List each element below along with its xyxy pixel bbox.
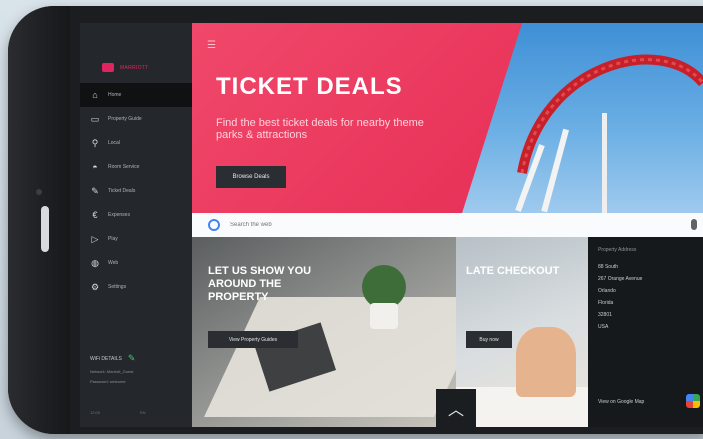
sidebar-item-label: Local (108, 140, 120, 146)
screen: MARRIOTT ⌂ Home ▭ Property Guide ⚲ Local… (80, 23, 703, 427)
sidebar-item-room-service[interactable]: ◓ Room Service (80, 155, 192, 179)
property-guide-icon: ▭ (90, 114, 100, 124)
view-property-guides-button[interactable]: View Property Guides (208, 331, 298, 348)
list-item: Florida (598, 300, 614, 306)
clock-text: 12:00 (90, 410, 101, 415)
sidebar-item-label: Expenses (108, 212, 130, 218)
search-bar (192, 213, 703, 237)
sidebar-item-expenses[interactable]: € Expenses (80, 203, 192, 227)
property-guide-card[interactable]: LET US SHOW YOU AROUND THE PROPERTY View… (192, 237, 456, 427)
list-item: Orlando (598, 288, 616, 294)
sidebar-item-label: Web (108, 260, 119, 266)
hero-banner: ☰ TICKET DEALS Find the best ticket deal… (192, 23, 703, 213)
room-service-icon: ◓ (92, 162, 98, 172)
wifi-icon: ✎ (127, 353, 136, 363)
hardware-home-button[interactable] (41, 206, 49, 252)
sidebar-nav: ⌂ Home ▭ Property Guide ⚲ Local ◓ Room S… (80, 83, 192, 299)
web-icon: ◍ (91, 258, 99, 268)
pot-image (370, 303, 398, 329)
sidebar-item-ticket-deals[interactable]: ✎ Ticket Deals (80, 179, 192, 203)
sidebar-item-property-guide[interactable]: ▭ Property Guide (80, 107, 192, 131)
sidebar-item-label: Ticket Deals (108, 188, 136, 194)
late-checkout-title: LATE CHECKOUT (466, 265, 560, 277)
google-map-link[interactable]: View on Google Map (598, 399, 644, 405)
microphone-icon[interactable] (691, 219, 697, 230)
sidebar-footer: 12:00 EN (90, 410, 146, 415)
brand-name: MARRIOTT (120, 64, 149, 71)
browse-deals-button[interactable]: Browse Deals (216, 166, 286, 188)
wifi-label: WiFi DETAILS (90, 355, 122, 362)
tablet-bezel (8, 6, 70, 434)
chevron-up-icon[interactable]: ︿ (436, 389, 476, 427)
ticket-deals-icon: ✎ (91, 186, 99, 196)
list-item: 267 Orange Avenue (598, 276, 643, 282)
camera-dot (36, 189, 42, 195)
menu-icon[interactable]: ☰ (207, 40, 216, 51)
brand-logo (102, 63, 114, 72)
google-icon (208, 219, 220, 231)
sidebar-item-settings[interactable]: ⚙ Settings (80, 275, 192, 299)
brand[interactable]: MARRIOTT (102, 63, 149, 72)
tablet-frame: MARRIOTT ⌂ Home ▭ Property Guide ⚲ Local… (8, 6, 703, 434)
sidebar-item-label: Home (108, 92, 122, 98)
sidebar-item-web[interactable]: ◍ Web (80, 251, 192, 275)
list-item: USA (598, 324, 609, 330)
hero-title: TICKET DEALS (216, 73, 403, 100)
play-icon: ▷ (91, 234, 99, 244)
sidebar-item-local[interactable]: ⚲ Local (80, 131, 192, 155)
wifi-details[interactable]: WiFi DETAILS ✎ (90, 353, 135, 364)
expense-icon: € (92, 210, 98, 220)
property-address-panel: Property Address 88 South 267 Orange Ave… (588, 237, 703, 427)
address-list: 88 South 267 Orange Avenue Orlando Flori… (598, 261, 642, 333)
language-text[interactable]: EN (140, 410, 146, 415)
person-image (516, 327, 576, 397)
panel-title: Property Address (598, 247, 637, 253)
buy-now-button[interactable]: Buy now (466, 331, 512, 348)
local-icon: ⚲ (91, 138, 99, 148)
sidebar-item-label: Settings (108, 284, 127, 290)
wifi-network: Network: Marriott_Guest (90, 369, 134, 374)
sidebar: MARRIOTT ⌂ Home ▭ Property Guide ⚲ Local… (80, 23, 192, 427)
list-item: 88 South (598, 264, 619, 270)
wifi-password: Password: welcome (90, 379, 126, 384)
sidebar-item-label: Room Service (108, 164, 140, 170)
settings-icon: ⚙ (90, 282, 100, 292)
hero-subtitle: Find the best ticket deals for nearby th… (216, 117, 424, 141)
sidebar-item-label: Property Guide (108, 116, 142, 122)
sidebar-item-play[interactable]: ▷ Play (80, 227, 192, 251)
sidebar-item-label: Play (108, 236, 118, 242)
property-card-title: LET US SHOW YOU AROUND THE PROPERTY (208, 265, 312, 303)
home-icon: ⌂ (92, 90, 98, 100)
list-item: 32801 (598, 312, 612, 318)
sidebar-item-home[interactable]: ⌂ Home (80, 83, 192, 107)
search-input[interactable] (228, 221, 632, 229)
google-maps-icon[interactable] (686, 394, 700, 408)
